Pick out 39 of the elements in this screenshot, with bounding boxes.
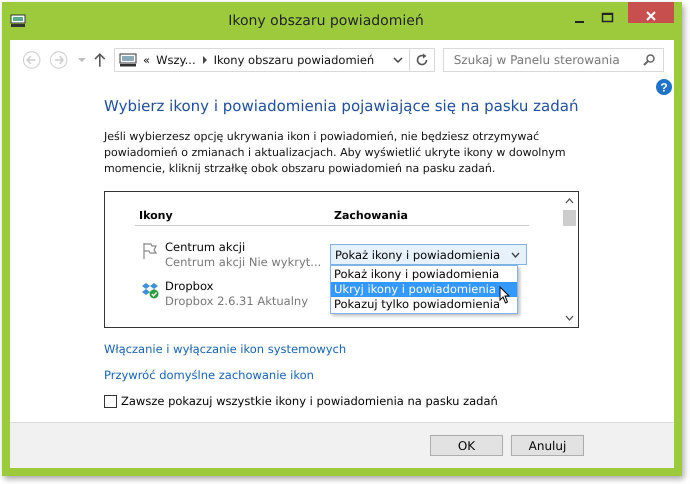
column-header: Zachowania [334, 209, 408, 222]
app-name: Centrum akcji [165, 240, 246, 254]
window-title: Ikony obszaru powiadomień [227, 13, 425, 29]
dropdown-option[interactable]: Pokazuj tylko powiadomienia [331, 297, 517, 312]
breadcrumb-item[interactable]: Wszy... [156, 53, 196, 67]
breadcrumb-overflow[interactable]: « [143, 53, 150, 67]
dropdown-option[interactable]: Pokaż ikony i powiadomienia [331, 267, 517, 282]
dropbox-icon [141, 281, 159, 299]
search-icon[interactable] [643, 54, 655, 66]
help-icon[interactable]: ? [656, 79, 672, 95]
chevron-down-icon[interactable] [392, 56, 403, 64]
search-field[interactable]: Szukaj w Panelu sterowania [442, 48, 664, 72]
breadcrumb-item[interactable]: Ikony obszaru powiadomień [214, 53, 374, 67]
flag-icon [142, 242, 158, 260]
dialog-button[interactable]: Anuluj [511, 435, 584, 456]
link[interactable]: Włączanie i wyłączanie ikon systemowych [104, 342, 346, 356]
scroll-up-icon[interactable] [565, 198, 574, 204]
chevron-down-icon [511, 252, 520, 258]
checkbox[interactable] [104, 394, 117, 408]
dialog-button[interactable]: OK [430, 435, 503, 456]
mouse-cursor-icon [499, 286, 511, 304]
scrollbar-thumb[interactable] [563, 210, 576, 226]
chevron-right-icon [202, 56, 208, 64]
scroll-down-icon[interactable] [565, 315, 574, 321]
always-show-checkbox[interactable]: Zawsze pokazuj wszystkie ikony i powiadomienia na pasku zadań [104, 394, 498, 408]
page-heading: Wybierz ikony i powiadomienia pojawiające się na pasku zadań [104, 97, 578, 115]
app-status: Dropbox 2.6.31 Aktualny [165, 294, 310, 308]
description-text: Jeśli wybierzesz opcję ukrywania ikon i powiadomień, nie będziesz otrzymywać powiadomień o zmianach i aktualizacjach. Aby wyświetlić ukryte ikony w dowolnym momencie, kliknij strzałkę obok obszaru powiadomień na pasku zadań. [104, 129, 567, 177]
close-icon [645, 10, 657, 22]
close-button[interactable] [628, 2, 674, 23]
computer-icon [10, 14, 26, 28]
app-name: Dropbox [165, 279, 214, 293]
computer-icon [119, 53, 138, 67]
app-status: Centrum akcji Nie wykryt... [165, 255, 322, 269]
refresh-icon [414, 53, 429, 67]
up-arrow-icon[interactable] [94, 52, 106, 68]
column-header: Ikony [139, 209, 174, 222]
address-bar[interactable]: « Wszy... Ikony obszaru powiadomień [114, 48, 435, 72]
link[interactable]: Przywróć domyślne zachowanie ikon [104, 368, 314, 382]
